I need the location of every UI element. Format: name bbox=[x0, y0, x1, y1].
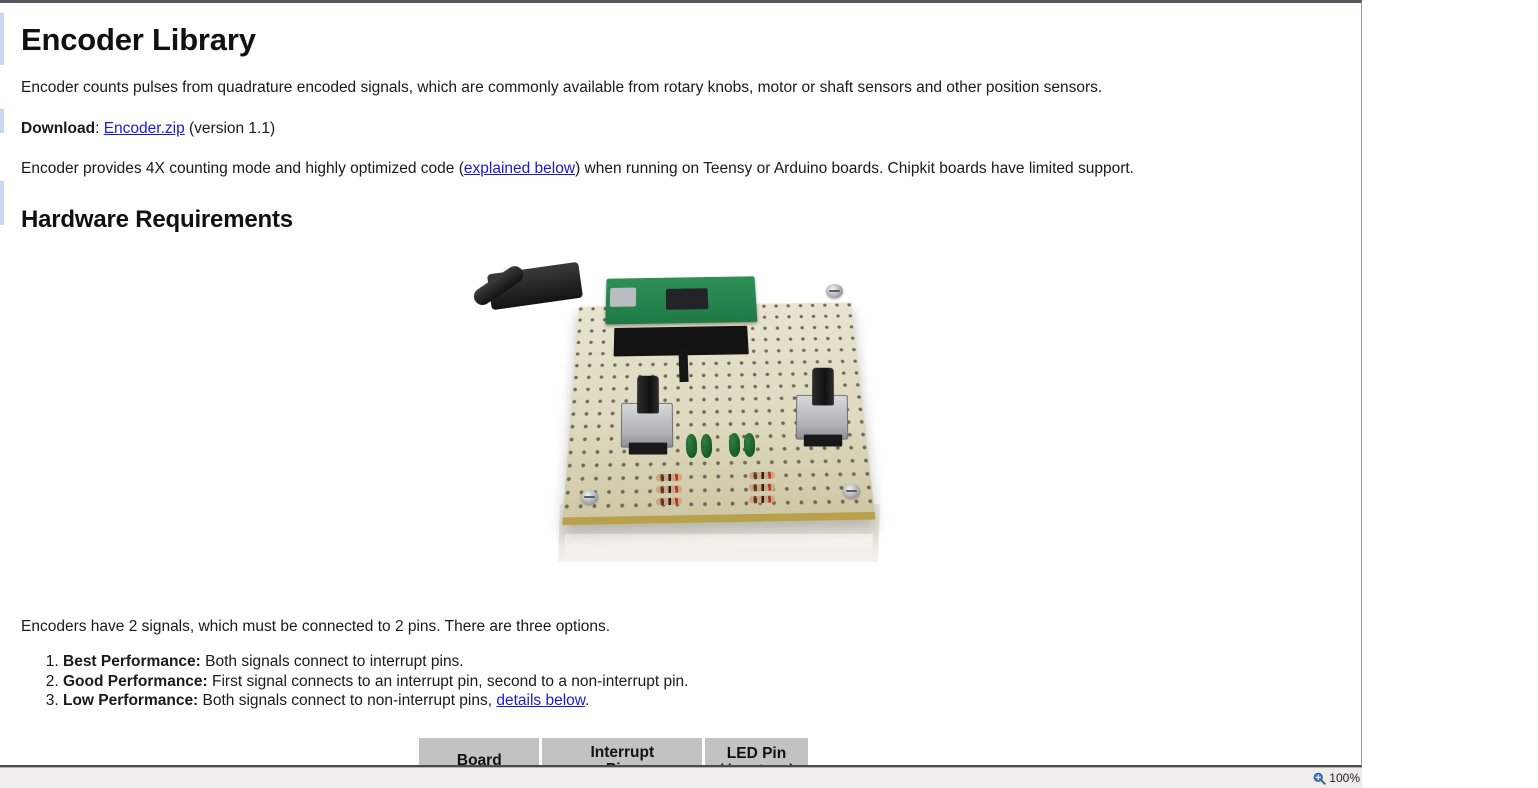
header-interrupt-pins: InterruptPins bbox=[542, 737, 703, 765]
resistor-2 bbox=[655, 485, 683, 494]
capacitor-2 bbox=[700, 433, 713, 459]
list-item-low-performance: Low Performance: Both signals connect to… bbox=[63, 691, 1356, 711]
table-header-row: Board InterruptPins LED Pin(do not use) bbox=[419, 737, 808, 765]
zoom-level-text: 100% bbox=[1329, 771, 1360, 785]
modes-post-text: ) when running on Teensy or Arduino boar… bbox=[575, 160, 1134, 178]
header-led-pin: LED Pin(do not use) bbox=[705, 737, 808, 765]
list-item-best-performance: Best Performance: Both signals connect t… bbox=[63, 652, 1356, 672]
low-performance-label: Low Performance: bbox=[63, 692, 199, 710]
details-below-link[interactable]: details below bbox=[496, 692, 585, 709]
hardware-requirements-heading: Hardware Requirements bbox=[21, 206, 293, 234]
status-bar: 100% bbox=[0, 767, 1362, 788]
download-colon: : bbox=[95, 119, 104, 137]
download-paragraph: Download: Encoder.zip (version 1.1) bbox=[21, 119, 1356, 140]
modes-pre-text: Encoder provides 4X counting mode and hi… bbox=[21, 160, 464, 178]
capacitor-4 bbox=[743, 432, 756, 458]
rotary-encoder-right bbox=[795, 394, 849, 440]
mounting-screw-top-right bbox=[826, 284, 843, 298]
teensy-pcb bbox=[605, 276, 758, 325]
header-interrupt-line1: Interrupt bbox=[590, 743, 655, 761]
photo-container bbox=[21, 252, 1356, 597]
resistor-5 bbox=[748, 483, 776, 492]
resistor-6 bbox=[748, 495, 776, 504]
best-performance-text: Both signals connect to interrupt pins. bbox=[200, 652, 464, 670]
low-performance-text: Both signals connect to non-interrupt pi… bbox=[198, 692, 497, 710]
pins-table-container: Board InterruptPins LED Pin(do not use) … bbox=[21, 737, 1356, 765]
download-version: (version 1.1) bbox=[184, 119, 276, 137]
page-content: Encoder Library Encoder counts pulses fr… bbox=[0, 6, 1356, 765]
capacitor-3 bbox=[728, 432, 741, 458]
modes-paragraph: Encoder provides 4X counting mode and hi… bbox=[21, 159, 1356, 180]
board-pins-table: Board InterruptPins LED Pin(do not use) … bbox=[416, 737, 810, 765]
mounting-screw-bottom-right bbox=[843, 484, 860, 498]
signals-paragraph: Encoders have 2 signals, which must be c… bbox=[21, 618, 611, 635]
page-title: Encoder Library bbox=[21, 22, 256, 57]
list-item-good-performance: Good Performance: First signal connects … bbox=[63, 672, 1356, 692]
magnifier-plus-icon[interactable] bbox=[1313, 772, 1326, 785]
resistor-1 bbox=[655, 473, 683, 482]
usb-cord bbox=[471, 262, 527, 309]
good-performance-label: Good Performance: bbox=[63, 672, 208, 690]
best-performance-label: Best Performance: bbox=[63, 652, 201, 670]
intro-paragraph: Encoder counts pulses from quadrature en… bbox=[21, 78, 1103, 96]
usb-plug bbox=[471, 261, 584, 311]
table-head: Board InterruptPins LED Pin(do not use) bbox=[419, 737, 808, 765]
performance-options-list: Best Performance: Both signals connect t… bbox=[21, 652, 1356, 711]
explained-below-link[interactable]: explained below bbox=[464, 160, 575, 177]
resistor-4 bbox=[748, 471, 776, 480]
jumper-wire bbox=[678, 347, 689, 383]
download-label: Download bbox=[21, 119, 96, 137]
screenshot-root: Encoder Library Encoder counts pulses fr… bbox=[0, 0, 1538, 788]
encoder-zip-link[interactable]: Encoder.zip bbox=[104, 120, 185, 137]
browser-viewport: Encoder Library Encoder counts pulses fr… bbox=[0, 0, 1362, 767]
zoom-indicator[interactable]: 100% bbox=[1313, 771, 1360, 785]
low-performance-suffix: . bbox=[585, 692, 590, 710]
good-performance-text: First signal connects to an interrupt pi… bbox=[207, 672, 689, 690]
usb-port bbox=[609, 287, 637, 307]
resistor-3 bbox=[655, 497, 683, 506]
mounting-screw-bottom-left bbox=[581, 490, 598, 504]
encoder-hardware-photo bbox=[471, 252, 949, 597]
header-led-main: LED Pin bbox=[726, 745, 787, 763]
microcontroller-chip bbox=[665, 288, 709, 310]
rotary-encoder-left bbox=[620, 402, 674, 448]
header-board: Board bbox=[419, 737, 540, 765]
capacitor-1 bbox=[685, 433, 698, 459]
